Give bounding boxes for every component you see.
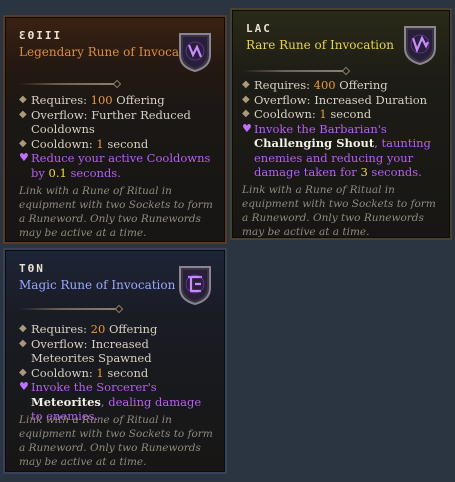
overflow-line: ◆ Overflow: Increased Duration xyxy=(242,92,428,107)
cooldown-line: ◆ Cooldown: 1 second xyxy=(242,107,372,121)
divider xyxy=(19,79,122,89)
flavor-text: Link with a Rune of Ritual in equipment … xyxy=(19,414,213,468)
cooldown-line: ◆ Cooldown: 1 second xyxy=(19,365,149,380)
flavor-text: Link with a Rune of Ritual in equipment … xyxy=(242,184,436,238)
cooldown-line: ◆ Cooldown: 1 second xyxy=(19,136,149,151)
magic-rune-icon xyxy=(179,266,211,306)
rune-tooltip-legendary: ƐΘIII Legendary Rune of Invocation ◆ Requ… xyxy=(3,15,227,244)
flavor-text: Link with a Rune of Ritual in equipment … xyxy=(19,185,213,239)
divider xyxy=(19,304,124,314)
rune-tooltip-magic: TΘN Magic Rune of Invocation ◆ Requires: … xyxy=(3,248,227,474)
requires-line: ◆ Requires: 20 Offering xyxy=(19,322,158,336)
rune-tooltip-rare: LAC Rare Rune of Invocation ◆ Requires: 4… xyxy=(230,8,452,240)
overflow-line: ◆ Overflow: Further Reduced Cooldowns xyxy=(19,107,191,137)
legendary-rune-icon xyxy=(179,33,211,73)
rare-rune-icon xyxy=(404,26,436,66)
effect-line: ♥ Reduce your active Cooldowns by 0.1 sec… xyxy=(19,151,211,180)
requires-line: ◆ Requires: 100 Offering xyxy=(19,93,165,107)
divider xyxy=(242,66,351,76)
requires-line: ◆ Requires: 400 Offering xyxy=(242,78,388,92)
effect-line: ♥ Invoke the Barbarian's Challenging Shou… xyxy=(242,121,431,180)
overflow-line: ◆ Overflow: Increased Meteorites Spawned xyxy=(19,336,152,366)
